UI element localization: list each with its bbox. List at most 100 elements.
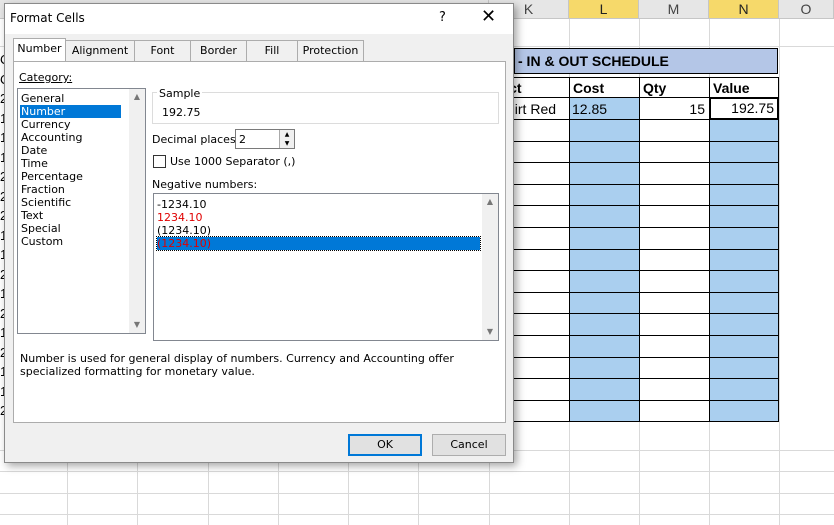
table-cell[interactable]: [709, 313, 779, 336]
header-cost[interactable]: Cost: [569, 77, 640, 98]
cell-qty[interactable]: 15: [639, 97, 710, 120]
table-cell[interactable]: [639, 183, 710, 207]
header-value[interactable]: Value: [709, 77, 779, 98]
table-cell[interactable]: [569, 162, 640, 185]
scroll-down-icon[interactable]: ▼: [129, 317, 145, 333]
category-item[interactable]: Number: [20, 105, 121, 118]
category-item[interactable]: Accounting: [20, 131, 121, 144]
decimal-places-value[interactable]: 2: [239, 133, 246, 146]
table-cell[interactable]: [569, 140, 640, 164]
format-cells-dialog: Format Cells ? ✕ Number Alignment Font B…: [4, 3, 514, 463]
category-item[interactable]: Text: [20, 209, 121, 222]
category-item[interactable]: Fraction: [20, 183, 121, 196]
schedule-title[interactable]: - IN & OUT SCHEDULE: [514, 48, 778, 74]
table-cell[interactable]: [709, 335, 779, 358]
table-cell[interactable]: [709, 183, 779, 207]
cell-cost[interactable]: 12.85: [569, 97, 640, 120]
table-cell[interactable]: [569, 183, 640, 207]
category-scrollbar[interactable]: ▲ ▼: [129, 89, 145, 333]
category-item[interactable]: Date: [20, 144, 121, 157]
table-cell[interactable]: [709, 291, 779, 315]
negative-numbers-list[interactable]: ▲ ▼ -1234.10 1234.10 (1234.10) (1234.10): [153, 193, 499, 341]
negative-format-option[interactable]: -1234.10: [157, 198, 480, 211]
cancel-button[interactable]: Cancel: [432, 434, 506, 456]
table-cell[interactable]: [639, 335, 710, 358]
table-cell[interactable]: [709, 119, 779, 142]
ok-button[interactable]: OK: [348, 434, 422, 456]
decimal-places-stepper[interactable]: 2 ▲ ▼: [235, 129, 295, 149]
table-cell[interactable]: [639, 162, 710, 185]
table-cell[interactable]: [569, 291, 640, 315]
table-cell[interactable]: [569, 313, 640, 336]
scroll-up-icon[interactable]: ▲: [129, 89, 145, 105]
table-cell[interactable]: [569, 248, 640, 272]
table-cell[interactable]: [569, 399, 640, 423]
table-cell[interactable]: [709, 356, 779, 380]
tab-protection[interactable]: Protection: [297, 40, 364, 61]
table-cell[interactable]: [709, 227, 779, 250]
category-item[interactable]: Time: [20, 157, 121, 170]
table-cell[interactable]: [709, 140, 779, 164]
negative-format-option[interactable]: (1234.10): [156, 236, 481, 251]
table-cell[interactable]: [709, 162, 779, 185]
table-cell[interactable]: [709, 399, 779, 423]
negative-format-option[interactable]: 1234.10: [157, 211, 480, 224]
table-cell[interactable]: [639, 356, 710, 380]
sample-value: 192.75: [162, 106, 201, 119]
table-cell[interactable]: [569, 205, 640, 228]
tab-font[interactable]: Font: [134, 40, 191, 61]
table-cell[interactable]: [639, 378, 710, 401]
stepper-down-icon[interactable]: ▼: [279, 139, 294, 148]
table-cell[interactable]: [569, 335, 640, 358]
gridline: [0, 493, 834, 494]
table-cell[interactable]: [639, 119, 710, 142]
gridline: [0, 471, 834, 472]
table-cell[interactable]: [639, 248, 710, 272]
category-item[interactable]: Special: [20, 222, 121, 235]
negative-format-option[interactable]: (1234.10): [157, 224, 480, 237]
thousand-separator-label[interactable]: Use 1000 Separator (,): [170, 155, 295, 168]
column-header-l[interactable]: L: [569, 0, 639, 19]
table-cell[interactable]: [569, 378, 640, 401]
column-header-o[interactable]: O: [779, 0, 834, 19]
dialog-titlebar[interactable]: Format Cells ? ✕: [5, 4, 513, 34]
table-cell[interactable]: [569, 119, 640, 142]
table-cell[interactable]: [639, 205, 710, 228]
table-cell[interactable]: [639, 227, 710, 250]
table-cell[interactable]: [639, 313, 710, 336]
scroll-up-icon[interactable]: ▲: [482, 194, 498, 210]
tab-fill[interactable]: Fill: [246, 40, 298, 61]
table-cell[interactable]: [639, 270, 710, 293]
table-cell[interactable]: [639, 399, 710, 423]
table-cell[interactable]: [709, 378, 779, 401]
header-qty[interactable]: Qty: [639, 77, 710, 98]
category-item[interactable]: Currency: [20, 118, 121, 131]
negative-scrollbar[interactable]: ▲ ▼: [482, 194, 498, 340]
tab-alignment[interactable]: Alignment: [65, 40, 135, 61]
cell-value-selected[interactable]: 192.75: [709, 97, 779, 120]
table-cell[interactable]: [709, 270, 779, 293]
table-cell[interactable]: [709, 205, 779, 228]
stepper-up-icon[interactable]: ▲: [279, 130, 294, 139]
help-button[interactable]: ?: [439, 10, 446, 25]
tab-border[interactable]: Border: [190, 40, 247, 61]
tab-number[interactable]: Number: [13, 38, 66, 61]
thousand-separator-checkbox[interactable]: [153, 155, 166, 168]
gridline: [0, 514, 834, 515]
category-list[interactable]: ▲ ▼ General Number Currency Accounting Date T…: [17, 88, 146, 334]
table-cell[interactable]: [639, 291, 710, 315]
table-cell[interactable]: [569, 227, 640, 250]
category-item[interactable]: Scientific: [20, 196, 121, 209]
table-cell[interactable]: [569, 356, 640, 380]
table-cell[interactable]: [569, 270, 640, 293]
column-header-m[interactable]: M: [639, 0, 709, 19]
table-cell[interactable]: [639, 140, 710, 164]
close-icon[interactable]: ✕: [481, 6, 496, 27]
category-item[interactable]: Custom: [20, 235, 121, 248]
dialog-title: Format Cells: [10, 11, 85, 25]
table-cell[interactable]: [709, 248, 779, 272]
category-item[interactable]: General: [20, 92, 121, 105]
column-header-n[interactable]: N: [709, 0, 779, 19]
scroll-down-icon[interactable]: ▼: [482, 324, 498, 340]
category-item[interactable]: Percentage: [20, 170, 121, 183]
